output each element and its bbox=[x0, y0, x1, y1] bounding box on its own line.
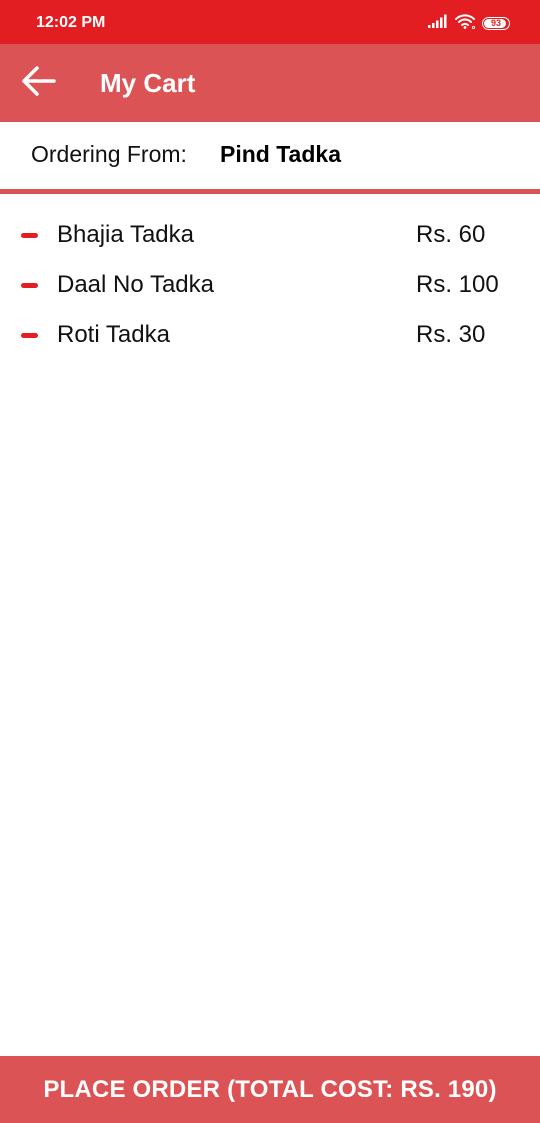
signal-icon bbox=[428, 14, 448, 33]
status-bar: 12:02 PM 93 bbox=[0, 0, 540, 44]
minus-icon bbox=[20, 282, 38, 288]
item-price: Rs. 60 bbox=[416, 221, 486, 248]
battery-level: 93 bbox=[490, 18, 501, 28]
battery-icon: 93 bbox=[482, 16, 510, 30]
cart-item: Daal No Tadka Rs. 100 bbox=[0, 260, 540, 310]
status-time: 12:02 PM bbox=[36, 14, 106, 31]
item-name: Daal No Tadka bbox=[57, 271, 214, 298]
remove-item-button[interactable] bbox=[12, 221, 46, 249]
cart-list: Bhajia Tadka Rs. 60 Daal No Tadka Rs. 10… bbox=[0, 210, 540, 360]
restaurant-name: Pind Tadka bbox=[220, 141, 341, 167]
remove-item-button[interactable] bbox=[12, 271, 46, 299]
arrow-left-icon bbox=[20, 65, 56, 102]
back-button[interactable] bbox=[14, 59, 62, 107]
app-bar: My Cart bbox=[0, 44, 540, 122]
ordering-from-row: Ordering From: Pind Tadka bbox=[0, 122, 540, 190]
item-price: Rs. 30 bbox=[416, 321, 486, 348]
cart-item: Roti Tadka Rs. 30 bbox=[0, 310, 540, 360]
item-price: Rs. 100 bbox=[416, 271, 499, 298]
minus-icon bbox=[20, 332, 38, 338]
wifi-icon bbox=[454, 13, 476, 34]
cart-item: Bhajia Tadka Rs. 60 bbox=[0, 210, 540, 260]
place-order-button[interactable]: PLACE ORDER (TOTAL COST: RS. 190) bbox=[0, 1056, 540, 1123]
status-icons: 93 bbox=[428, 12, 510, 34]
item-name: Roti Tadka bbox=[57, 321, 170, 348]
remove-item-button[interactable] bbox=[12, 321, 46, 349]
page-title: My Cart bbox=[100, 68, 196, 98]
divider bbox=[0, 189, 540, 194]
ordering-from-label: Ordering From: bbox=[31, 141, 187, 167]
minus-icon bbox=[20, 232, 38, 238]
item-name: Bhajia Tadka bbox=[57, 221, 194, 248]
